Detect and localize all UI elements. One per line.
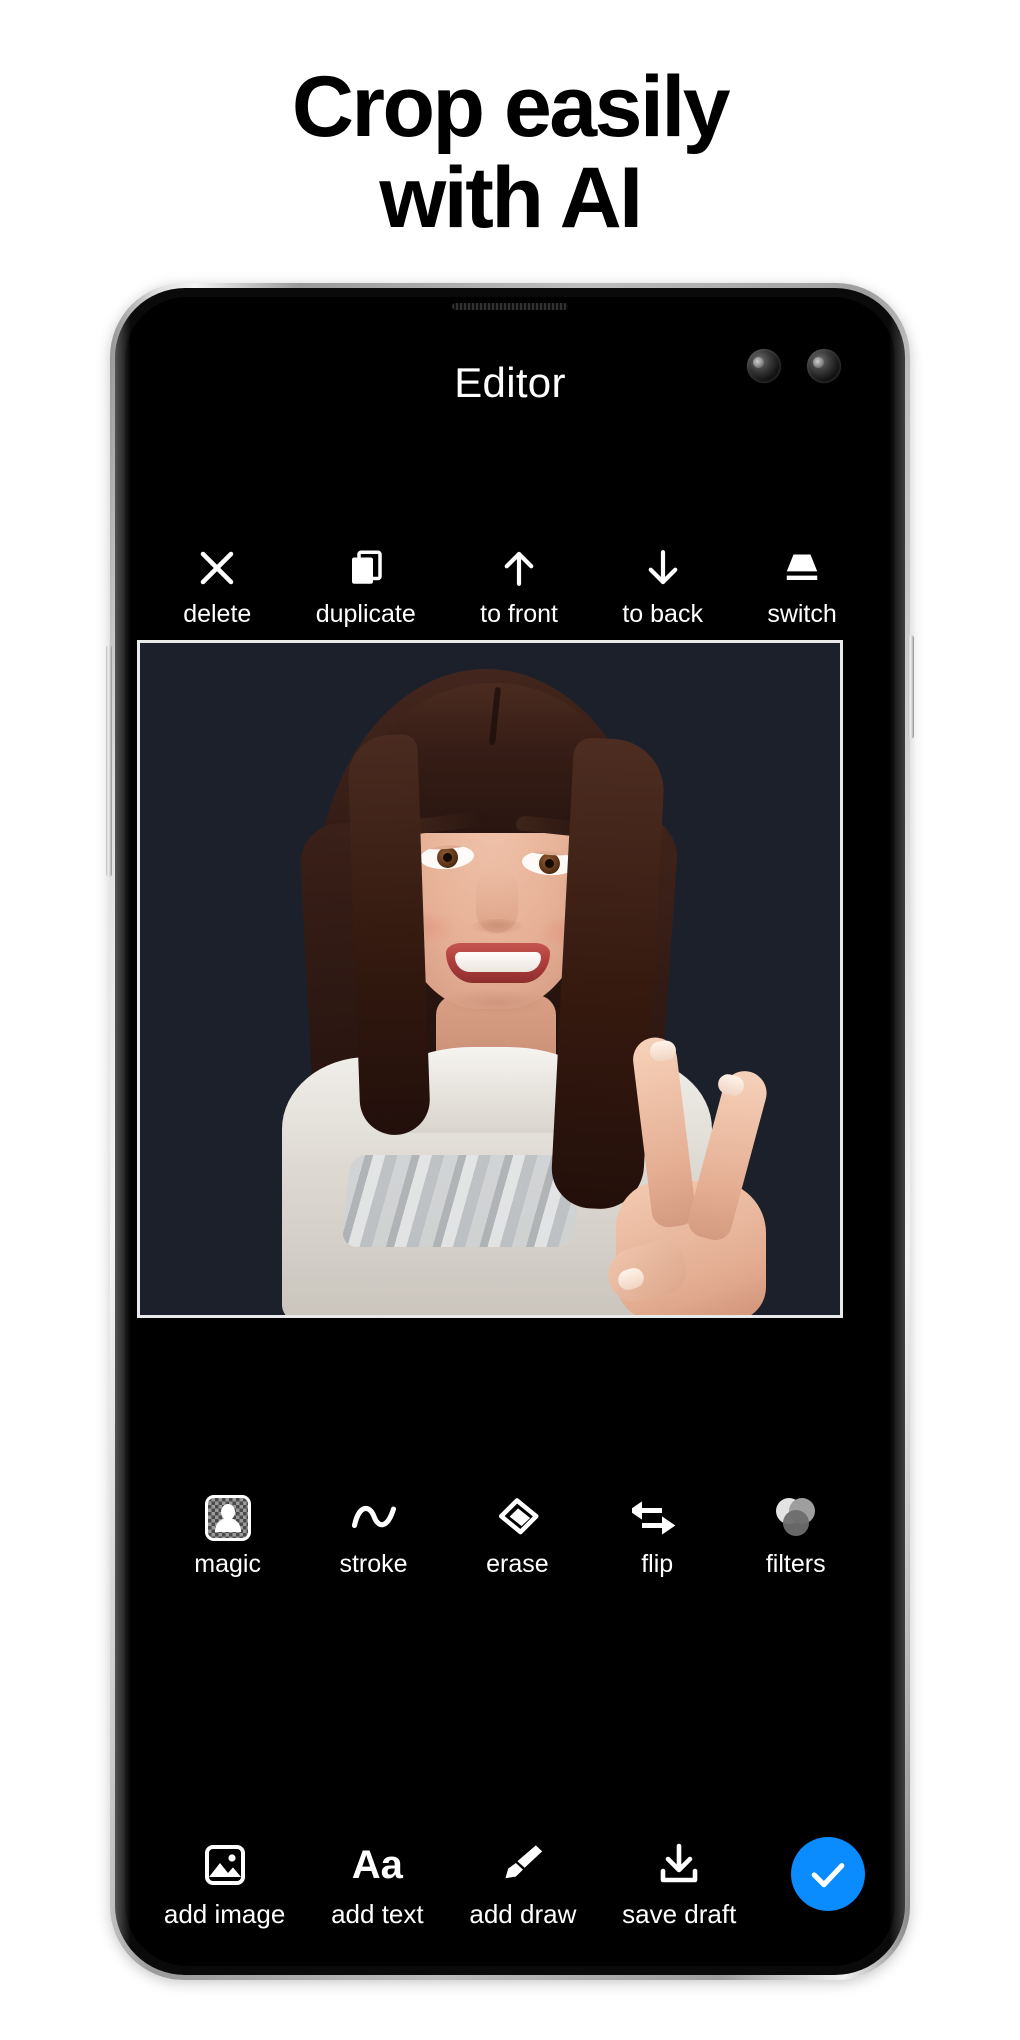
iris-right [538,852,561,875]
pupil-left [442,852,453,863]
magic-label: magic [194,1550,261,1578]
to-back-label: to back [622,600,703,628]
duplicate-icon [345,545,387,591]
paintbrush-icon [499,1840,547,1890]
add-text-label: add text [331,1899,424,1929]
duplicate-label: duplicate [315,600,416,628]
flip-arrows-icon [632,1495,682,1541]
hoodie-pattern [341,1155,583,1247]
arrow-up-icon [498,545,540,591]
magic-cutout-icon [204,1495,251,1541]
photo-layer[interactable] [140,643,840,1315]
phone-screen: Editor delete duplicate to front to back… [125,297,895,1966]
delete-label: delete [183,600,252,628]
add-image-button[interactable]: add image [164,1840,285,1930]
add-draw-label: add draw [469,1899,577,1929]
delete-button[interactable]: delete [183,545,251,629]
edit-tools-toolbar: magic stroke erase flip filters [125,1495,895,1579]
save-draft-label: save draft [622,1899,737,1929]
teeth [455,952,541,972]
magic-button[interactable]: magic [194,1495,261,1579]
filters-button[interactable]: filters [766,1495,826,1579]
page-title: Crop easily with AI [291,59,731,247]
peace-sign-hand [602,1031,788,1315]
chin-shadow [440,989,552,1015]
page-root: Crop easily with AI Editor delete duplic… [0,0,1020,2040]
phone-body: Editor delete duplicate to front to back… [115,288,905,1975]
image-icon [201,1840,249,1890]
stroke-button[interactable]: stroke [339,1495,408,1579]
to-back-button[interactable]: to back [622,545,703,629]
erase-button[interactable]: erase [486,1495,549,1579]
earpiece-speaker-icon [452,303,568,310]
arrow-down-icon [642,545,684,591]
to-front-label: to front [480,600,558,628]
power-button[interactable] [908,635,914,739]
filters-label: filters [765,1550,826,1578]
download-icon [655,1840,703,1890]
camera-lens-icon [807,349,841,383]
editor-canvas[interactable] [137,640,843,1318]
camera-lens-icon [747,349,781,383]
switch-layer-icon [780,545,824,591]
close-x-icon [196,545,238,591]
add-draw-button[interactable]: add draw [469,1840,576,1930]
volume-button[interactable] [106,645,112,877]
save-draft-button[interactable]: save draft [622,1840,736,1930]
phone-mockup: Editor delete duplicate to front to back… [106,283,914,1980]
pupil-right [544,858,555,869]
to-front-button[interactable]: to front [480,545,558,629]
flip-button[interactable]: flip [627,1495,687,1579]
switch-button[interactable]: switch [767,545,837,629]
front-camera-cutouts [747,349,841,383]
add-text-button[interactable]: Aa add text [331,1840,424,1930]
flip-label: flip [641,1550,674,1578]
add-content-toolbar: add image Aa add text add draw save draf… [125,1840,895,1930]
wavy-stroke-icon [350,1495,398,1541]
iris-left [436,846,459,869]
add-image-label: add image [163,1899,286,1929]
editor-app: Editor delete duplicate to front to back… [125,297,895,1966]
check-icon [811,1863,845,1888]
text-aa-icon: Aa [351,1843,403,1887]
switch-label: switch [767,600,837,628]
erase-label: erase [486,1550,549,1578]
mouth [446,943,550,983]
nose-shadow [470,919,524,935]
filters-circles-icon [775,1495,816,1541]
object-actions-toolbar: delete duplicate to front to back switch [125,545,895,629]
eraser-icon [494,1495,540,1541]
stroke-label: stroke [339,1550,408,1578]
duplicate-button[interactable]: duplicate [316,545,416,629]
hair-front-left [347,733,431,1137]
confirm-button[interactable] [791,1837,865,1911]
